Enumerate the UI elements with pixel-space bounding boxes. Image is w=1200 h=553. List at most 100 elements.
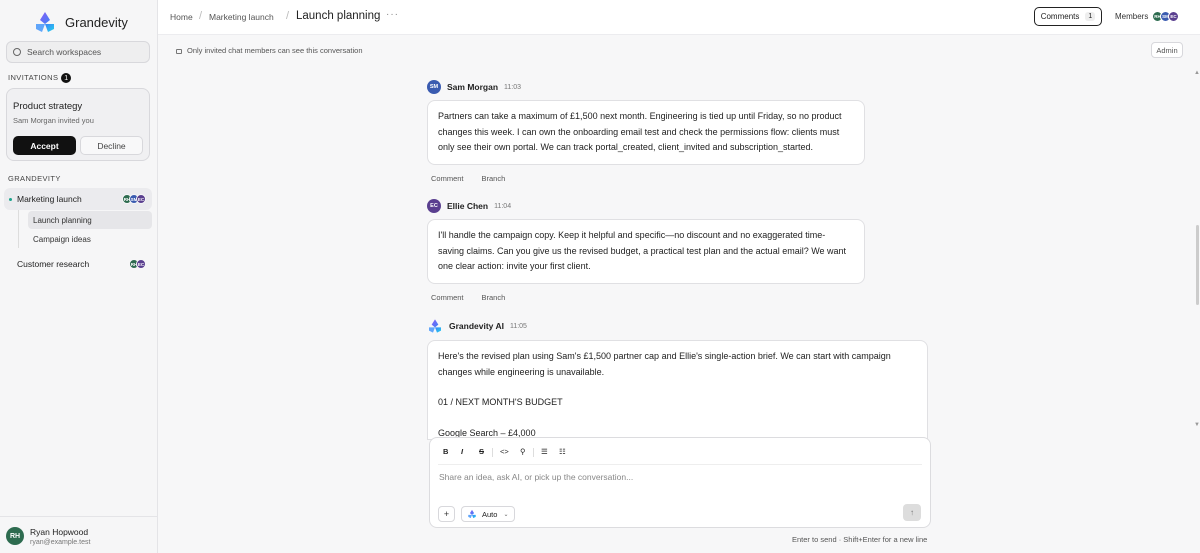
search-placeholder: Search workspaces (27, 47, 102, 57)
message-line: changes while engineering is unavailable… (438, 366, 605, 377)
workspace-avatars: RH SM EC (122, 194, 146, 204)
avatar: EC (136, 259, 146, 269)
invitations-count-badge: 1 (61, 73, 72, 84)
message-header: Grandevity AI 11:05 (427, 318, 527, 334)
message-header: SM Sam Morgan 11:03 (427, 80, 521, 94)
message-line: only see their own portal. We can track … (438, 142, 814, 152)
avatar: SM (427, 80, 441, 94)
invitation-subtitle: Sam Morgan invited you (13, 116, 94, 125)
branch-button[interactable]: Branch (482, 293, 506, 302)
search-icon (13, 48, 21, 56)
workspace-item-marketing-launch[interactable]: Marketing launch RH SM EC (4, 188, 152, 210)
message-header: EC Ellie Chen 11:04 (427, 199, 511, 213)
branch-button[interactable]: Branch (482, 174, 506, 183)
message-author: Grandevity AI (449, 321, 504, 331)
message-time: 11:05 (509, 322, 527, 330)
message-section-heading: 01 / NEXT MONTH'S BUDGET (438, 397, 563, 407)
scrollbar[interactable]: ▲ ▼ (1190, 40, 1200, 553)
message-author: Ellie Chen (447, 201, 489, 211)
user-name: Ryan Hopwood (30, 527, 89, 537)
message-line: Partners can take a maximum of £1,500 ne… (438, 111, 842, 121)
channel-launch-planning[interactable]: Launch planning (28, 211, 152, 229)
top-bar: Home / Marketing launch / Launch plannin… (158, 0, 1200, 35)
message-line: changes this week. I can own the onboard… (438, 126, 840, 137)
scroll-up-icon[interactable]: ▲ (1194, 70, 1200, 76)
comment-button[interactable]: Comment (431, 174, 464, 183)
comments-button[interactable]: Comments 1 (1034, 7, 1102, 26)
model-label: Auto (482, 509, 498, 519)
avatar: EC (136, 194, 146, 204)
user-avatar: RH (6, 527, 24, 545)
scroll-down-icon[interactable]: ▼ (1194, 422, 1200, 428)
message-author: Sam Morgan (447, 82, 499, 92)
admin-button[interactable]: Admin (1151, 42, 1183, 58)
toolbar-divider (533, 448, 534, 457)
user-email: ryan@example.test (30, 539, 91, 546)
lock-icon (176, 49, 182, 54)
tree-line (18, 210, 19, 248)
message-bubble: Here's the revised plan using Sam's £1,5… (427, 340, 928, 440)
notice-bar: Only invited chat members can see this c… (158, 36, 1200, 64)
app-name: Grandevity (65, 14, 128, 30)
decline-button[interactable]: Decline (80, 136, 143, 155)
breadcrumb-marketing-launch[interactable]: Marketing launch (209, 12, 274, 22)
more-options-icon[interactable]: ··· (386, 9, 399, 20)
italic-icon[interactable]: I (461, 447, 463, 456)
divider (438, 464, 922, 465)
bold-icon[interactable]: B (443, 447, 448, 456)
grandevity-ai-icon (468, 509, 476, 519)
invitations-heading: INVITATIONS 1 (8, 73, 72, 84)
message-time: 11:03 (504, 83, 522, 91)
message-time: 11:04 (494, 202, 512, 210)
invitation-title: Product strategy (13, 101, 83, 112)
search-input[interactable]: Search workspaces (6, 41, 150, 63)
sidebar: Grandevity Search workspaces INVITATIONS… (0, 0, 158, 553)
workspace-label: Marketing launch (17, 194, 82, 204)
message-actions: Comment Branch (431, 174, 505, 183)
members-avatars[interactable]: RH SM EC (1152, 11, 1179, 22)
add-attachment-button[interactable]: + (438, 506, 455, 522)
current-user[interactable]: RH Ryan Hopwood ryan@example.test (0, 516, 158, 553)
message-bubble: Partners can take a maximum of £1,500 ne… (427, 100, 865, 165)
message-bubble: I'll handle the campaign copy. Keep it h… (427, 219, 865, 284)
message-line: I'll handle the campaign copy. Keep it h… (438, 230, 826, 240)
bullet-list-icon[interactable]: ☰ (541, 447, 548, 456)
app-logo[interactable]: Grandevity (33, 10, 128, 34)
scroll-thumb[interactable] (1196, 225, 1199, 305)
comments-label: Comments (1040, 12, 1080, 21)
message-actions: Comment Branch (431, 293, 505, 302)
toolbar-divider (492, 448, 493, 457)
message-line: Here's the revised plan using Sam's £1,5… (438, 351, 891, 361)
members-label[interactable]: Members (1115, 12, 1148, 21)
avatar: EC (1168, 11, 1179, 22)
active-dot (9, 197, 12, 201)
privacy-notice: Only invited chat members can see this c… (176, 46, 363, 55)
message-composer: B I S <> ⚲ ☰ ☷ Share an idea, ask AI, or… (429, 437, 931, 528)
breadcrumb-home[interactable]: Home (170, 12, 193, 22)
avatar: EC (427, 199, 441, 213)
grandevity-logo-icon (36, 12, 54, 32)
code-icon[interactable]: <> (500, 447, 509, 456)
comments-count: 1 (1085, 12, 1096, 21)
workspace-item-customer-research[interactable]: Customer research RH EC (4, 253, 152, 275)
message-line: one clear action: invite your first clie… (438, 261, 591, 271)
strikethrough-icon[interactable]: S (479, 447, 484, 456)
message-input[interactable]: Share an idea, ask AI, or pick up the co… (439, 472, 633, 482)
grandevity-ai-icon (429, 319, 441, 333)
message-line: saving claims. Can you give us the revis… (438, 245, 847, 256)
privacy-notice-text: Only invited chat members can see this c… (187, 46, 363, 55)
page-title: Launch planning (296, 10, 381, 22)
send-button[interactable]: ↑ (903, 504, 921, 521)
chevron-down-icon: ⌄ (503, 511, 509, 518)
breadcrumb-separator: / (286, 10, 290, 22)
link-icon[interactable]: ⚲ (520, 447, 526, 456)
breadcrumb-separator: / (199, 10, 203, 22)
comment-button[interactable]: Comment (431, 293, 464, 302)
workspace-avatars: RH EC (129, 259, 146, 269)
channel-campaign-ideas[interactable]: Campaign ideas (28, 230, 152, 248)
model-selector[interactable]: Auto ⌄ (461, 506, 515, 522)
numbered-list-icon[interactable]: ☷ (559, 447, 566, 456)
accept-button[interactable]: Accept (13, 136, 76, 155)
